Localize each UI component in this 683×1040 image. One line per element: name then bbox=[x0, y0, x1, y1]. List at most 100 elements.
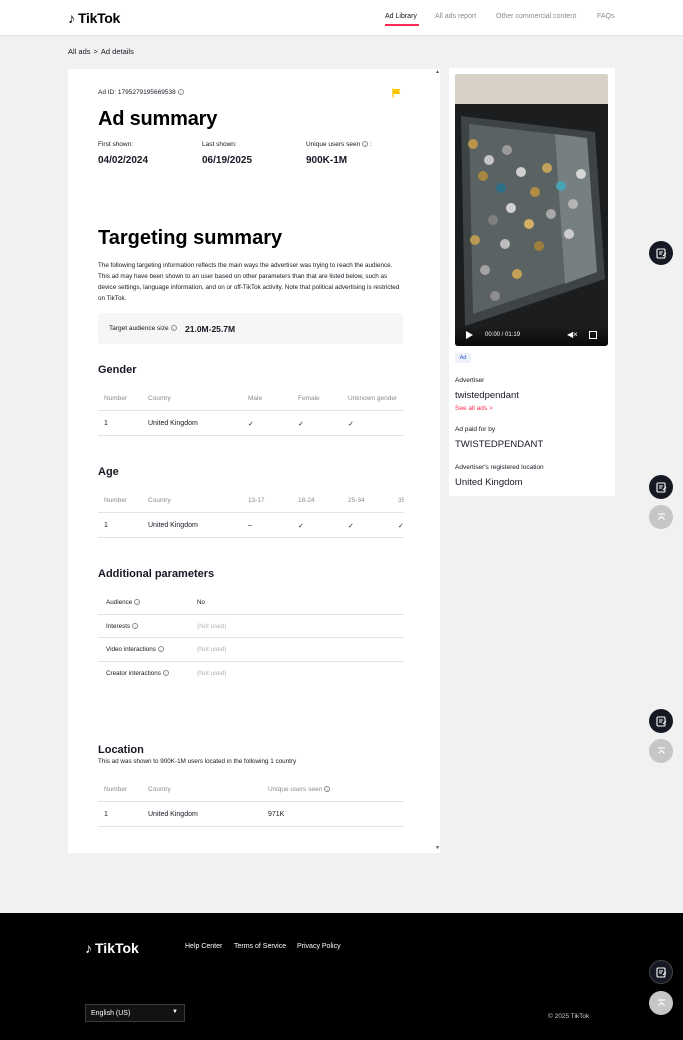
video-time: 00:00 / 01:19 bbox=[485, 332, 521, 338]
video-thumbnail bbox=[455, 74, 608, 346]
col-country: Country bbox=[148, 395, 171, 402]
param-row-video-interactions: Video interactions i (Not used) bbox=[98, 638, 404, 662]
feedback-icon bbox=[655, 966, 666, 978]
tiktok-note-icon: ♪ bbox=[85, 940, 92, 956]
feedback-button[interactable] bbox=[649, 475, 673, 499]
footer-link-terms[interactable]: Terms of Service bbox=[234, 943, 286, 950]
cell-country: United Kingdom bbox=[148, 811, 198, 818]
check-icon: ✓ bbox=[398, 523, 404, 530]
feedback-icon bbox=[655, 481, 666, 493]
language-value: English (US) bbox=[91, 1010, 131, 1017]
param-row-interests: Interests i (Not used) bbox=[98, 615, 404, 638]
video-controls: 00:00 / 01:19 ◀× bbox=[455, 326, 608, 346]
check-icon: ✓ bbox=[298, 421, 304, 428]
info-icon[interactable]: i bbox=[134, 599, 141, 606]
dash-icon: – bbox=[248, 522, 252, 529]
ad-video-player[interactable]: 00:00 / 01:19 ◀× bbox=[455, 74, 608, 346]
age-title: Age bbox=[98, 466, 119, 478]
table-row: 1 United Kingdom ✓ ✓ ✓ bbox=[98, 411, 404, 436]
table-header-row: Number Country Male Female Unknown gende… bbox=[98, 387, 404, 411]
scroll-down-arrow[interactable]: ▼ bbox=[435, 845, 440, 851]
table-header-row: Number Country Unique users seen i bbox=[98, 778, 404, 802]
additional-parameters-title: Additional parameters bbox=[98, 568, 215, 580]
back-to-top-button[interactable] bbox=[649, 505, 673, 529]
feedback-button[interactable] bbox=[649, 960, 673, 984]
param-value: (Not used) bbox=[197, 669, 227, 677]
cell-unique-users: 971K bbox=[268, 811, 285, 818]
footer-tiktok-logo[interactable]: ♪ TikTok bbox=[85, 940, 139, 956]
ad-id: Ad ID: 1795279195669538 i bbox=[98, 89, 184, 96]
breadcrumb-current: Ad details bbox=[100, 47, 134, 56]
param-label-text: Audience bbox=[106, 599, 133, 606]
unique-users-colon: : bbox=[370, 141, 372, 148]
cell-country: United Kingdom bbox=[148, 522, 198, 529]
col-unknown-gender: Unknown gender bbox=[348, 395, 398, 402]
col-unique-users-text: Unique users seen bbox=[268, 786, 323, 793]
cell-country: United Kingdom bbox=[148, 420, 198, 427]
ad-badge: Ad bbox=[455, 353, 471, 363]
footer-link-help-center[interactable]: Help Center bbox=[185, 943, 222, 950]
language-select[interactable]: English (US) ▼ bbox=[85, 1004, 185, 1022]
flag-icon[interactable] bbox=[392, 88, 402, 98]
fullscreen-icon[interactable] bbox=[589, 331, 597, 339]
back-to-top-icon bbox=[657, 998, 665, 1006]
info-icon[interactable]: i bbox=[162, 669, 169, 676]
play-icon[interactable] bbox=[466, 331, 473, 339]
target-audience-label: Target audience size i bbox=[109, 325, 177, 332]
table-row: 1 United Kingdom 971K bbox=[98, 802, 404, 827]
nav-ad-library[interactable]: Ad Library bbox=[385, 13, 417, 20]
nav-other-commercial-content[interactable]: Other commercial content bbox=[496, 13, 576, 20]
param-value: (Not used) bbox=[197, 622, 227, 630]
feedback-button[interactable] bbox=[649, 709, 673, 733]
col-male: Male bbox=[248, 395, 263, 402]
nav-active-underline bbox=[385, 24, 419, 26]
param-label: Video interactions i bbox=[106, 646, 164, 653]
info-icon[interactable]: i bbox=[324, 786, 331, 793]
location-table: Number Country Unique users seen i 1 Unit… bbox=[98, 778, 404, 827]
col-age-18-24: 18-24 bbox=[298, 497, 315, 504]
targeting-description: The following targeting information refl… bbox=[98, 262, 400, 302]
cell-number: 1 bbox=[104, 420, 108, 427]
scroll-up-arrow[interactable]: ▲ bbox=[435, 69, 440, 75]
location-description: This ad was shown to 900K-1M users locat… bbox=[98, 758, 297, 765]
last-shown-label: Last shown: bbox=[202, 141, 237, 148]
additional-parameters-list: Audience i No Interests i (Not used) Video… bbox=[98, 591, 404, 685]
param-label-text: Creator interactions bbox=[106, 669, 161, 677]
mute-icon[interactable]: ◀× bbox=[567, 330, 578, 339]
feedback-icon bbox=[655, 247, 666, 259]
back-to-top-icon bbox=[657, 746, 665, 754]
back-to-top-button[interactable] bbox=[649, 991, 673, 1015]
info-icon[interactable]: i bbox=[157, 646, 164, 653]
col-country: Country bbox=[148, 497, 171, 504]
info-icon[interactable]: i bbox=[177, 89, 184, 96]
last-shown-value: 06/19/2025 bbox=[202, 155, 253, 166]
copyright: © 2025 TikTok bbox=[548, 1013, 590, 1020]
paid-by-name: TWISTEDPENDANT bbox=[455, 439, 544, 450]
back-to-top-button[interactable] bbox=[649, 739, 673, 763]
param-value: No bbox=[197, 599, 206, 606]
target-audience-box: Target audience size i 21.0M-25.7M bbox=[98, 313, 403, 344]
see-all-ads-link[interactable]: See all ads > bbox=[455, 405, 493, 412]
col-age-35: 35 bbox=[398, 497, 404, 504]
info-icon[interactable]: i bbox=[362, 141, 369, 148]
breadcrumb-all-ads[interactable]: All ads bbox=[68, 47, 91, 56]
table-header-row: Number Country 13-17 18-24 25-34 35 bbox=[98, 489, 404, 513]
info-icon[interactable]: i bbox=[170, 325, 177, 332]
feedback-button[interactable] bbox=[649, 241, 673, 265]
main-nav: Ad Library All ads report Other commerci… bbox=[0, 13, 683, 27]
unique-users-value: 900K-1M bbox=[306, 155, 348, 166]
advertiser-card: 00:00 / 01:19 ◀× Ad Advertiser twistedpe… bbox=[449, 68, 615, 496]
nav-faqs[interactable]: FAQs bbox=[597, 13, 615, 20]
info-icon[interactable]: i bbox=[132, 622, 139, 629]
nav-all-ads-report[interactable]: All ads report bbox=[435, 13, 476, 20]
footer-link-privacy[interactable]: Privacy Policy bbox=[297, 943, 341, 950]
cell-number: 1 bbox=[104, 811, 108, 818]
age-table: Number Country 13-17 18-24 25-34 35 1 Un… bbox=[98, 489, 404, 538]
gender-table: Number Country Male Female Unknown gende… bbox=[98, 387, 404, 436]
back-to-top-icon bbox=[657, 512, 665, 520]
feedback-icon bbox=[655, 715, 666, 727]
check-icon: ✓ bbox=[348, 421, 354, 428]
ad-details-card: ▲ ▼ Ad ID: 1795279195669538 i Ad summary … bbox=[68, 69, 440, 853]
col-age-13-17: 13-17 bbox=[248, 497, 265, 504]
col-country: Country bbox=[148, 786, 171, 793]
